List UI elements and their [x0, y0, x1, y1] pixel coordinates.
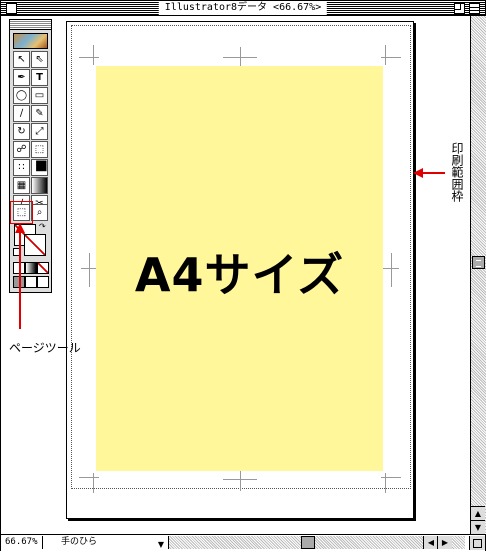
swap-fill-stroke-icon[interactable]: ↷ [39, 223, 46, 231]
crop-mark [381, 477, 401, 478]
popup-arrow-icon: ▼ [157, 540, 164, 549]
crop-mark [93, 45, 94, 65]
gradient-tool-icon[interactable] [31, 177, 48, 194]
collapse-box-icon[interactable] [469, 3, 480, 14]
crop-mark [381, 57, 401, 58]
status-popup-menu[interactable]: 手のひら ▼ [43, 536, 169, 549]
page-tool-highlight-box [10, 201, 33, 224]
scroll-left-arrow-icon[interactable]: ◀ [423, 536, 438, 549]
gradient-mesh-tool-icon[interactable]: ▦ [13, 177, 30, 194]
crop-mark [89, 253, 90, 287]
status-bar: 66.67% 手のひら ▼ ◀ ▶ [1, 534, 485, 551]
rectangle-tool-icon[interactable]: ▭ [31, 87, 48, 104]
direct-selection-tool-icon[interactable]: ⇖ [31, 51, 48, 68]
page-tool-annotation: ページツール [9, 341, 81, 355]
title-bar[interactable]: Illustrator8データ <66.67%> [1, 1, 485, 16]
pen-tool-icon[interactable]: ✒ [13, 69, 30, 86]
horizontal-scroll-thumb[interactable] [301, 536, 315, 549]
crop-mark [240, 471, 241, 491]
stroke-swatch-icon[interactable] [24, 234, 46, 256]
resize-grow-box-icon[interactable] [469, 536, 485, 550]
crop-mark [385, 473, 386, 493]
vertical-scrollbar[interactable]: ▲ ▼ [470, 16, 486, 534]
illustrator-logo-icon[interactable] [13, 33, 48, 49]
ellipse-tool-icon[interactable]: ◯ [13, 87, 30, 104]
print-area-annotation: 印刷範囲枠 [450, 142, 464, 202]
window-title: Illustrator8データ <66.67%> [158, 1, 328, 15]
free-transform-tool-icon[interactable]: ⬚ [31, 141, 48, 158]
pencil-tool-icon[interactable]: ✎ [31, 105, 48, 122]
paintbrush-tool-icon[interactable]: ∕ [13, 105, 30, 122]
toolbox-drag-bar[interactable] [10, 20, 51, 30]
crop-mark [79, 477, 99, 478]
crop-mark [385, 45, 386, 65]
vertical-scroll-thumb[interactable] [472, 256, 485, 269]
scale-tool-icon[interactable]: ⤢ [31, 123, 48, 140]
crop-mark [391, 253, 392, 287]
twirl-tool-icon[interactable]: ☍ [13, 141, 30, 158]
crop-mark [79, 57, 99, 58]
default-colors-icon[interactable] [13, 248, 21, 256]
crop-mark [240, 47, 241, 67]
close-box-icon[interactable] [6, 3, 17, 14]
horizontal-scrollbar[interactable]: ◀ ▶ [169, 536, 465, 549]
blend-tool-icon[interactable]: ∷ [13, 159, 30, 176]
status-popup-label: 手のひら [61, 537, 98, 547]
scroll-down-arrow-icon[interactable]: ▼ [471, 520, 485, 534]
none-mode-icon[interactable] [37, 262, 49, 274]
full-screen-mode-icon[interactable] [37, 276, 49, 288]
a4-size-label: A4サイズ [134, 248, 345, 302]
selection-tool-icon[interactable]: ↖ [13, 51, 30, 68]
standard-screen-mode-icon[interactable] [13, 276, 25, 288]
type-tool-icon[interactable]: T [31, 69, 48, 86]
graph-tool-icon[interactable]: ▐█ [31, 159, 48, 176]
scroll-right-arrow-icon[interactable]: ▶ [437, 536, 452, 549]
rotate-tool-icon[interactable]: ↻ [13, 123, 30, 140]
zoom-tool-icon[interactable]: ⌕ [31, 204, 48, 221]
full-screen-menu-mode-icon[interactable] [25, 276, 37, 288]
scroll-up-arrow-icon[interactable]: ▲ [471, 506, 485, 520]
zoom-box-icon[interactable] [454, 3, 465, 14]
illustrator-document-window: Illustrator8データ <66.67%> A4サイズ ↖ ⇖ ✒ T ◯… [0, 0, 486, 551]
toolbox-palette: ↖ ⇖ ✒ T ◯ ▭ ∕ ✎ ↻ ⤢ ☍ ⬚ ∷ ▐█ ▦ ∕ ✂ ⬚ ⌕ ↷ [9, 19, 52, 293]
gradient-mode-icon[interactable] [25, 262, 37, 274]
color-mode-icon[interactable] [13, 262, 25, 274]
zoom-level-field[interactable]: 66.67% [1, 536, 43, 549]
crop-mark [93, 473, 94, 493]
